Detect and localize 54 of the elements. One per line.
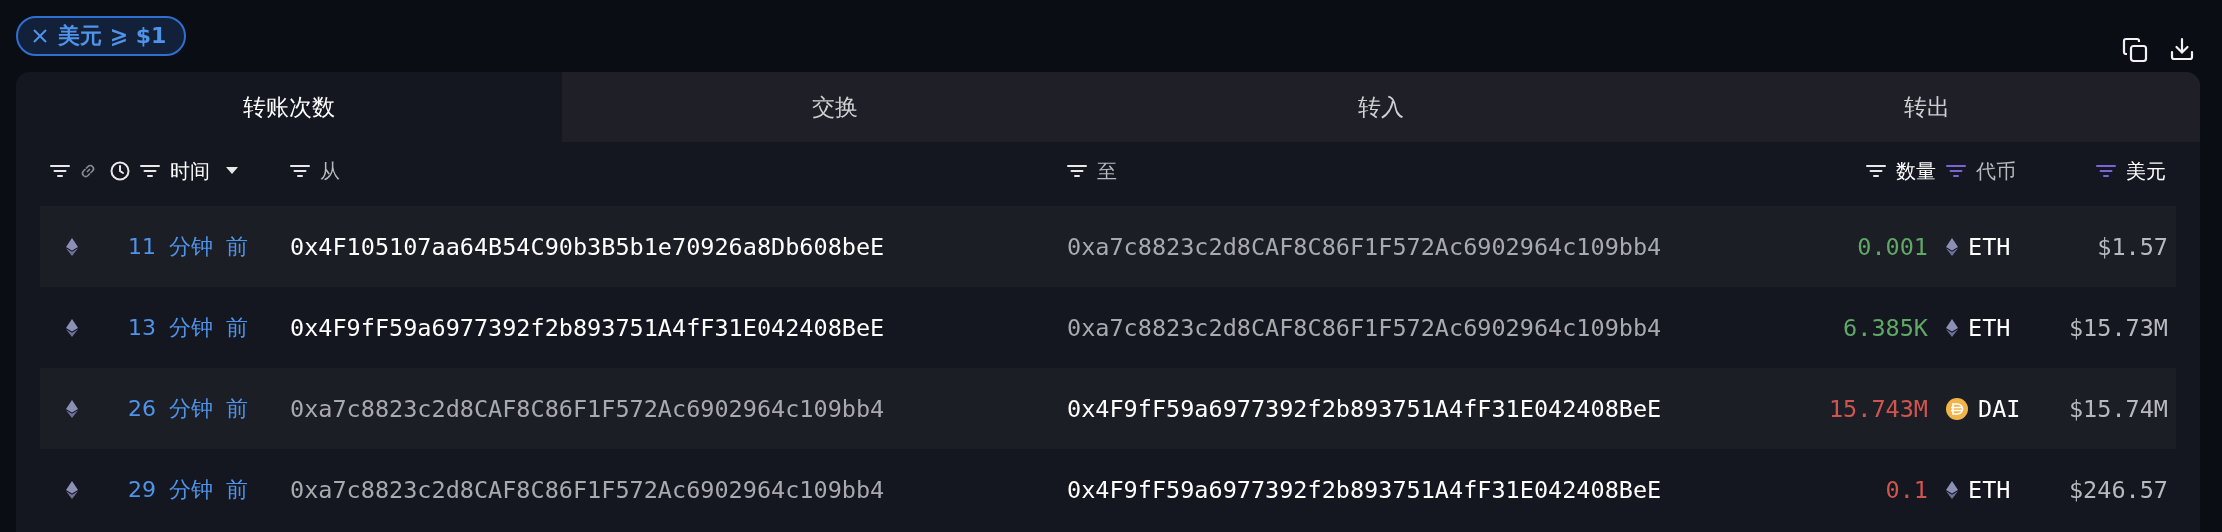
token-symbol: DAI bbox=[1978, 394, 2021, 423]
ethereum-icon bbox=[66, 237, 78, 256]
ethereum-icon bbox=[66, 399, 78, 418]
ethereum-icon bbox=[1946, 237, 1958, 256]
amount-text: 6.385K bbox=[1843, 313, 1929, 342]
tab[interactable]: 交换 bbox=[562, 72, 1108, 142]
amount-text: 0.1 bbox=[1885, 475, 1929, 504]
address-link[interactable]: 0xa7c8823c2d8CAF8C86F1F572Ac6902964c109bb4 bbox=[1067, 232, 1662, 261]
amount-text: 0.001 bbox=[1857, 232, 1929, 261]
filter-icon[interactable] bbox=[50, 164, 70, 178]
time-link[interactable]: 13 分钟 前 bbox=[110, 314, 248, 340]
ethereum-icon bbox=[1946, 480, 1958, 499]
column-header[interactable]: 数量 bbox=[1896, 157, 1936, 185]
token-symbol: ETH bbox=[1968, 313, 2011, 342]
column-header[interactable]: 时间 bbox=[170, 157, 210, 185]
ethereum-icon bbox=[1946, 318, 1958, 337]
filter-icon[interactable] bbox=[140, 164, 160, 178]
column-header[interactable]: 代币 bbox=[1976, 157, 2016, 185]
address-link[interactable]: 0xa7c8823c2d8CAF8C86F1F572Ac6902964c109bb4 bbox=[290, 475, 885, 504]
address-link[interactable]: 0xa7c8823c2d8CAF8C86F1F572Ac6902964c109bb4 bbox=[290, 394, 885, 423]
clock-icon bbox=[110, 161, 130, 181]
tab[interactable]: 转入 bbox=[1108, 72, 1654, 142]
usd-value: $15.73M bbox=[2068, 313, 2169, 342]
address-link[interactable]: 0x4F105107aa64B54C90b3B5b1e70926a8Db608beE bbox=[290, 232, 885, 261]
filter-icon[interactable] bbox=[1067, 164, 1087, 178]
close-icon[interactable] bbox=[32, 28, 48, 44]
token-symbol: ETH bbox=[1968, 475, 2011, 504]
usd-value: $1.57 bbox=[2097, 232, 2169, 261]
column-header[interactable]: 至 bbox=[1097, 157, 1117, 185]
dai-coin-icon bbox=[1946, 397, 1968, 420]
filter-chip[interactable]: 美元 ⩾ $1 bbox=[16, 16, 187, 56]
filter-label: 美元 ⩾ $1 bbox=[58, 22, 167, 50]
link-icon[interactable] bbox=[80, 163, 96, 179]
filter-icon[interactable] bbox=[290, 164, 310, 178]
token-symbol: ETH bbox=[1968, 232, 2011, 261]
usd-value: $246.57 bbox=[2068, 475, 2169, 504]
time-link[interactable]: 26 分钟 前 bbox=[110, 395, 248, 421]
filter-icon[interactable] bbox=[1866, 164, 1886, 178]
time-link[interactable]: 11 分钟 前 bbox=[110, 233, 248, 259]
address-link[interactable]: 0x4F9fF59a6977392f2b893751A4fF31E042408BeE bbox=[1067, 394, 1662, 423]
address-link[interactable]: 0x4F9fF59a6977392f2b893751A4fF31E042408BeE bbox=[1067, 475, 1662, 504]
download-icon[interactable] bbox=[2170, 37, 2194, 63]
caret-down-icon[interactable] bbox=[226, 167, 238, 175]
time-link[interactable]: 29 分钟 前 bbox=[110, 476, 248, 502]
address-link[interactable]: 0xa7c8823c2d8CAF8C86F1F572Ac6902964c109bb4 bbox=[1067, 313, 1662, 342]
ethereum-icon bbox=[66, 480, 78, 499]
tab[interactable]: 转出 bbox=[1654, 72, 2200, 142]
copy-icon[interactable] bbox=[2122, 37, 2148, 63]
usd-value: $15.74M bbox=[2068, 394, 2169, 423]
ethereum-icon bbox=[66, 318, 78, 337]
column-header[interactable]: 美元 bbox=[2126, 157, 2166, 185]
column-header[interactable]: 从 bbox=[320, 157, 340, 185]
address-link[interactable]: 0x4F9fF59a6977392f2b893751A4fF31E042408BeE bbox=[290, 313, 885, 342]
amount-text: 15.743M bbox=[1828, 394, 1929, 423]
